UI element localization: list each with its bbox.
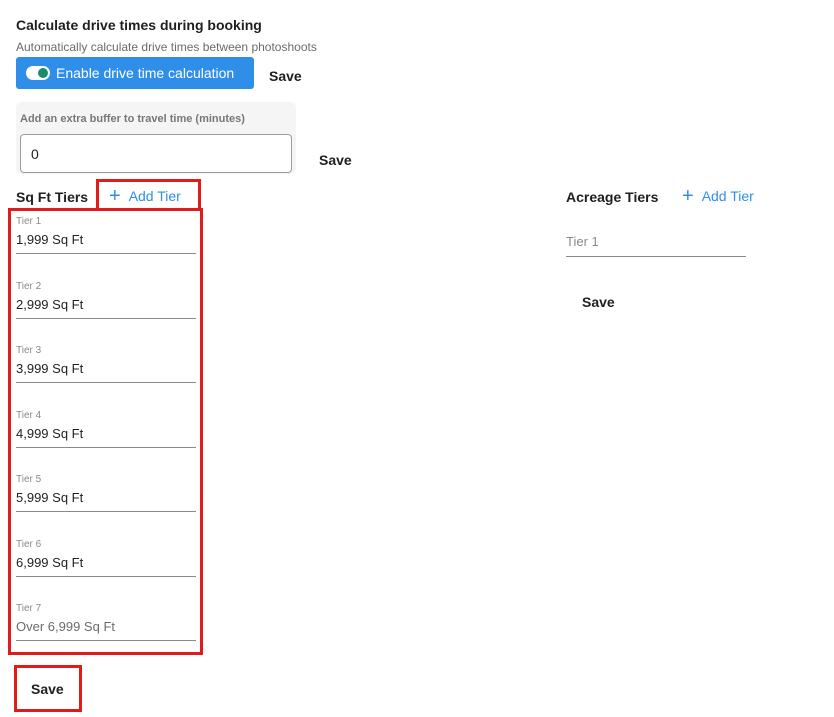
sqft-tier-field[interactable]: Tier 5 5,999 Sq Ft xyxy=(16,474,196,512)
sqft-add-tier-button[interactable]: + Add Tier xyxy=(109,185,181,207)
sqft-tiers-title: Sq Ft Tiers xyxy=(16,189,89,205)
acreage-tier-input[interactable]: Tier 1 xyxy=(566,234,746,257)
plus-icon: + xyxy=(109,185,121,207)
tier-label: Tier 2 xyxy=(16,281,42,292)
acreage-tiers-title: Acreage Tiers xyxy=(566,189,659,205)
tier-value: 5,999 Sq Ft xyxy=(16,490,84,505)
enable-drive-time-toggle[interactable]: Enable drive time calculation xyxy=(16,57,254,89)
tier-label: Tier 3 xyxy=(16,345,42,356)
add-tier-label: Add Tier xyxy=(701,188,754,204)
tier-label: Tier 1 xyxy=(16,216,42,227)
tier-value: 3,999 Sq Ft xyxy=(16,361,84,376)
tier-label: Tier 6 xyxy=(16,539,42,550)
toggle-switch-icon xyxy=(26,66,50,80)
tier-value: 4,999 Sq Ft xyxy=(16,426,84,441)
sqft-tier-field[interactable]: Tier 7 Over 6,999 Sq Ft xyxy=(16,603,196,641)
drive-time-subtitle: Automatically calculate drive times betw… xyxy=(16,40,317,54)
buffer-minutes-input[interactable] xyxy=(20,134,292,173)
tier-label: Tier 5 xyxy=(16,474,42,485)
sqft-save-button[interactable]: Save xyxy=(31,681,64,697)
buffer-save-button[interactable]: Save xyxy=(319,152,352,168)
sqft-tier-field[interactable]: Tier 2 2,999 Sq Ft xyxy=(16,281,196,319)
tier-value: 1,999 Sq Ft xyxy=(16,232,84,247)
tier-label: Tier 4 xyxy=(16,410,42,421)
tier-label: Tier 7 xyxy=(16,603,42,614)
tier-value: 6,999 Sq Ft xyxy=(16,555,84,570)
sqft-tier-field[interactable]: Tier 4 4,999 Sq Ft xyxy=(16,410,196,448)
tier-value: Over 6,999 Sq Ft xyxy=(16,619,115,634)
sqft-tier-field[interactable]: Tier 1 1,999 Sq Ft xyxy=(16,216,196,254)
toggle-label: Enable drive time calculation xyxy=(56,65,235,81)
drive-time-title: Calculate drive times during booking xyxy=(16,17,262,33)
buffer-label: Add an extra buffer to travel time (minu… xyxy=(20,113,245,125)
acreage-add-tier-button[interactable]: + Add Tier xyxy=(682,185,754,207)
add-tier-label: Add Tier xyxy=(128,188,181,204)
drive-time-save-button[interactable]: Save xyxy=(269,68,302,84)
acreage-save-button[interactable]: Save xyxy=(582,294,615,310)
sqft-tier-field[interactable]: Tier 3 3,999 Sq Ft xyxy=(16,345,196,383)
sqft-tier-field[interactable]: Tier 6 6,999 Sq Ft xyxy=(16,539,196,577)
tier-value: 2,999 Sq Ft xyxy=(16,297,84,312)
plus-icon: + xyxy=(682,185,694,207)
